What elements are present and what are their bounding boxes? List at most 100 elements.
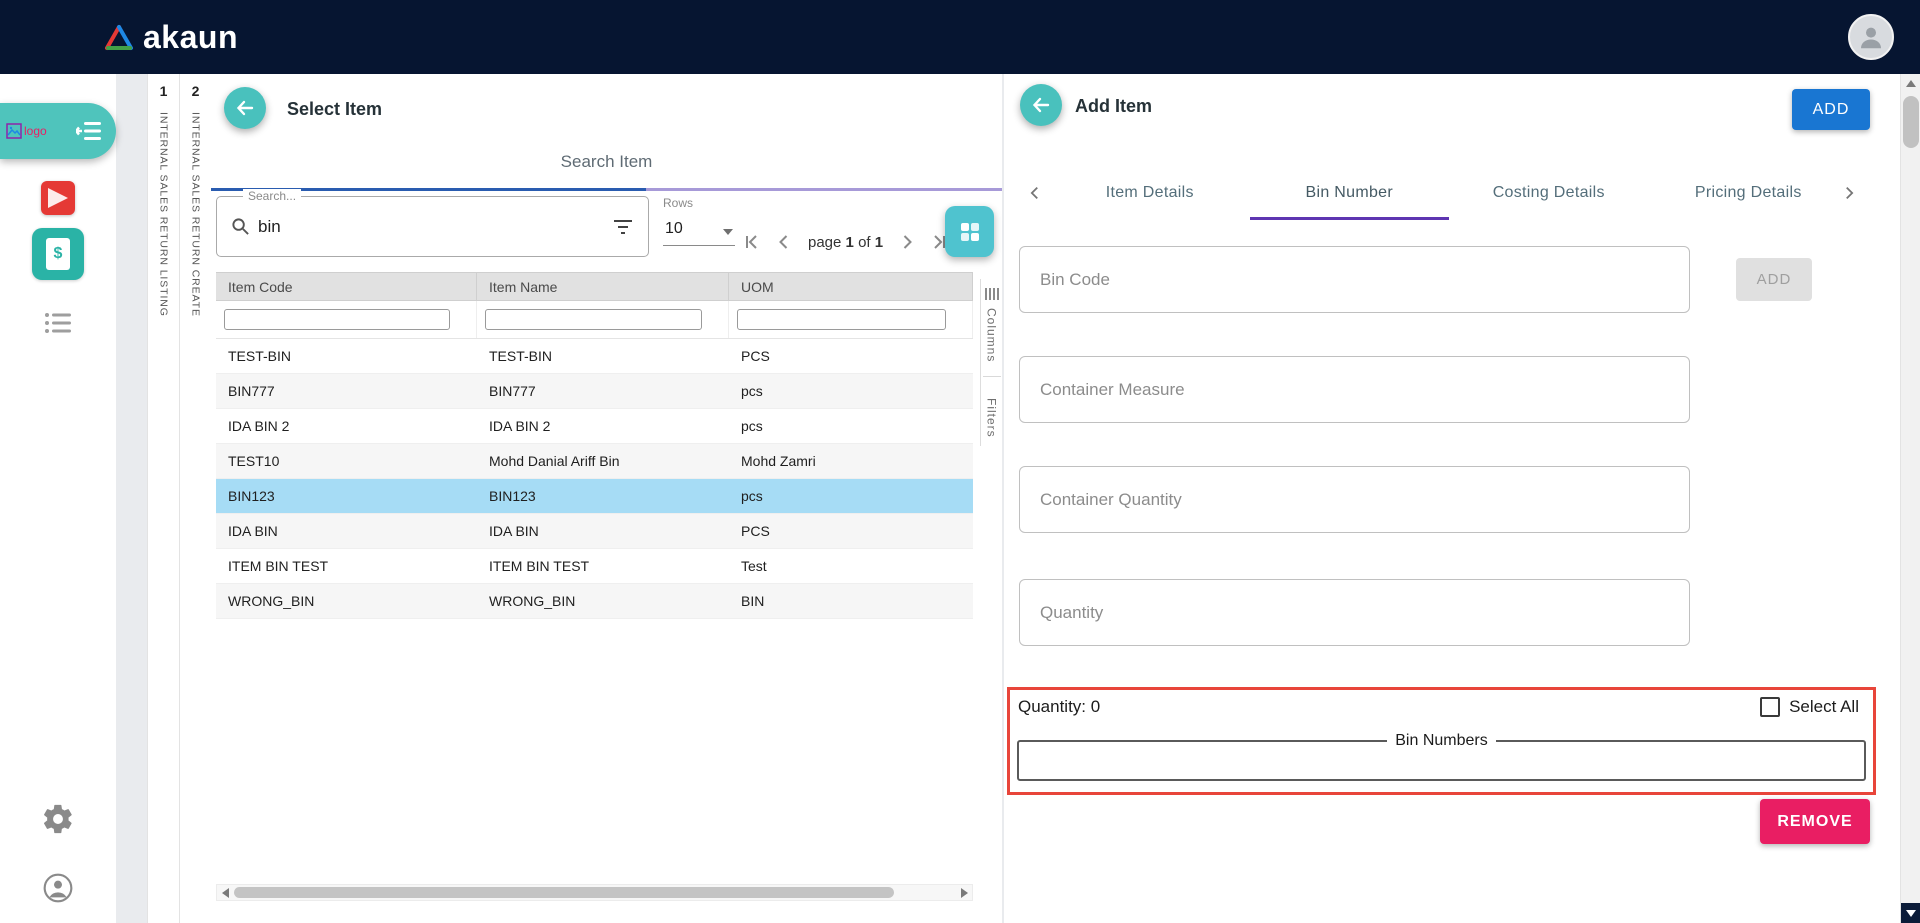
filter-input-uom[interactable] <box>737 309 946 330</box>
vertical-tab-create[interactable]: 2 INTERNAL SALES RETURN CREATE <box>179 74 211 923</box>
broken-image-icon: logo <box>6 123 47 139</box>
container-quantity-field[interactable]: Container Quantity <box>1019 466 1690 533</box>
tab-costing-details[interactable]: Costing Details <box>1449 166 1649 220</box>
horizontal-scrollbar[interactable] <box>216 884 973 901</box>
list-icon <box>45 313 71 333</box>
app-sidebar: logo $ <box>0 74 116 923</box>
filter-icon[interactable] <box>612 218 634 236</box>
items-table: Item Code Item Name UOM TEST-BIN TEST-BI… <box>216 272 973 619</box>
grid-view-button[interactable] <box>945 206 994 257</box>
scroll-up-arrow[interactable] <box>1901 74 1920 93</box>
next-page-button[interactable] <box>894 229 920 255</box>
sidebar-item-red-app[interactable] <box>0 181 116 215</box>
image-placeholder-icon <box>6 123 22 139</box>
sidebar-item-settings[interactable] <box>0 802 116 836</box>
tab-bin-number[interactable]: Bin Number <box>1249 166 1450 220</box>
tab-search-item[interactable]: Search Item <box>211 152 1002 172</box>
scroll-down-arrow[interactable] <box>1901 903 1920 923</box>
topbar: akaun <box>0 0 1920 74</box>
vertical-scrollbar-thumb[interactable] <box>1903 96 1919 148</box>
vertical-scrollbar[interactable] <box>1900 74 1920 923</box>
content-area: logo $ 1 INTERNAL SALES RETURN LISTING 2… <box>0 74 1920 923</box>
table-row[interactable]: BIN777 BIN777 pcs <box>216 374 973 409</box>
table-row-selected[interactable]: BIN123 BIN123 pcs <box>216 479 973 514</box>
page-title: Add Item <box>1075 96 1153 116</box>
sidebar-logo-toggle[interactable]: logo <box>0 103 116 159</box>
select-item-panel: Select Item Search Item Search... Rows <box>211 74 1002 923</box>
select-all-control[interactable]: Select All <box>1760 697 1859 717</box>
rows-per-page-select[interactable]: Rows 10 <box>663 194 735 246</box>
select-all-checkbox[interactable] <box>1760 697 1781 717</box>
add-item-panel: Add Item ADD Item Details Bin Number Cos… <box>1004 74 1900 923</box>
tabs-scroll-right-icon[interactable] <box>1834 178 1864 208</box>
brand[interactable]: akaun <box>104 19 238 56</box>
brand-name: akaun <box>143 18 238 55</box>
chevron-down-icon <box>723 229 733 235</box>
bin-numbers-fieldset: Bin Numbers <box>1017 732 1866 781</box>
grid-icon <box>960 222 979 241</box>
tab-indicator <box>211 188 1002 191</box>
table-header-row: Item Code Item Name UOM <box>216 272 973 301</box>
table-side-controls: Columns Filters <box>980 279 1002 447</box>
vertical-tab-label: INTERNAL SALES RETURN LISTING <box>157 112 170 317</box>
horizontal-scrollbar-thumb[interactable] <box>234 887 894 898</box>
sidebar-item-profile[interactable] <box>0 872 116 904</box>
filter-input-item-code[interactable] <box>224 309 450 330</box>
pagination: page 1 of 1 <box>739 229 952 255</box>
vertical-tab-number: 1 <box>159 83 168 99</box>
akaun-logo-icon <box>105 24 133 50</box>
bin-code-field[interactable]: Bin Code <box>1019 246 1690 313</box>
filter-input-item-name[interactable] <box>485 309 702 330</box>
tab-pricing-details[interactable]: Pricing Details <box>1649 166 1849 220</box>
app-root: akaun logo $ 1 INTERNAL SALES RETURN LIS… <box>0 0 1920 923</box>
tab-item-details[interactable]: Item Details <box>1050 166 1250 220</box>
search-field-label: Search... <box>243 189 302 203</box>
scroll-right-arrow[interactable] <box>956 885 972 900</box>
column-header-uom[interactable]: UOM <box>729 273 973 300</box>
search-input[interactable] <box>258 216 612 237</box>
column-header-item-name[interactable]: Item Name <box>477 273 729 300</box>
column-header-item-code[interactable]: Item Code <box>216 273 477 300</box>
filters-toggle[interactable]: Filters <box>985 383 999 446</box>
sidebar-item-list[interactable] <box>0 311 116 335</box>
previous-page-button[interactable] <box>771 229 797 255</box>
gear-icon <box>43 804 72 834</box>
container-measure-field[interactable]: Container Measure <box>1019 356 1690 423</box>
sidebar-item-sales-doc[interactable]: $ <box>0 228 116 280</box>
search-field[interactable]: Search... <box>216 189 649 257</box>
back-button[interactable] <box>1020 84 1062 126</box>
table-row[interactable]: TEST-BIN TEST-BIN PCS <box>216 339 973 374</box>
columns-grip-icon <box>984 288 999 300</box>
search-icon <box>232 218 249 235</box>
profile-icon <box>43 873 73 903</box>
page-title: Select Item <box>287 99 383 119</box>
quantity-field[interactable]: Quantity <box>1019 579 1690 646</box>
add-item-button[interactable]: ADD <box>1792 89 1870 130</box>
table-row[interactable]: WRONG_BIN WRONG_BIN BIN <box>216 584 973 619</box>
vertical-tab-listing[interactable]: 1 INTERNAL SALES RETURN LISTING <box>147 74 179 923</box>
rows-label: Rows <box>663 196 694 210</box>
page-indicator: page 1 of 1 <box>808 233 884 251</box>
menu-toggle-icon[interactable] <box>76 121 102 141</box>
select-all-label: Select All <box>1789 697 1859 716</box>
columns-toggle[interactable]: Columns <box>984 279 1000 370</box>
table-row[interactable]: IDA BIN 2 IDA BIN 2 pcs <box>216 409 973 444</box>
vertical-tab-number: 2 <box>191 83 200 99</box>
back-button[interactable] <box>224 87 266 129</box>
bin-numbers-section: Quantity: 0 Select All Bin Numbers <box>1007 687 1876 795</box>
divider <box>982 376 1001 378</box>
remove-button[interactable]: REMOVE <box>1760 799 1870 844</box>
first-page-button[interactable] <box>739 229 765 255</box>
table-row[interactable]: IDA BIN IDA BIN PCS <box>216 514 973 549</box>
rows-value: 10 <box>665 220 683 237</box>
sales-doc-icon: $ <box>32 228 84 280</box>
bin-code-add-button[interactable]: ADD <box>1736 258 1812 301</box>
table-row[interactable]: TEST10 Mohd Danial Ariff Bin Mohd Zamri <box>216 444 973 479</box>
person-icon <box>1861 27 1881 49</box>
tabs-scroll-left-icon[interactable] <box>1020 178 1050 208</box>
user-avatar[interactable] <box>1848 14 1894 60</box>
table-row[interactable]: ITEM BIN TEST ITEM BIN TEST Test <box>216 549 973 584</box>
table-body: TEST-BIN TEST-BIN PCS BIN777 BIN777 pcs … <box>216 339 973 619</box>
table-filter-row <box>216 301 973 339</box>
scroll-left-arrow[interactable] <box>217 885 233 900</box>
